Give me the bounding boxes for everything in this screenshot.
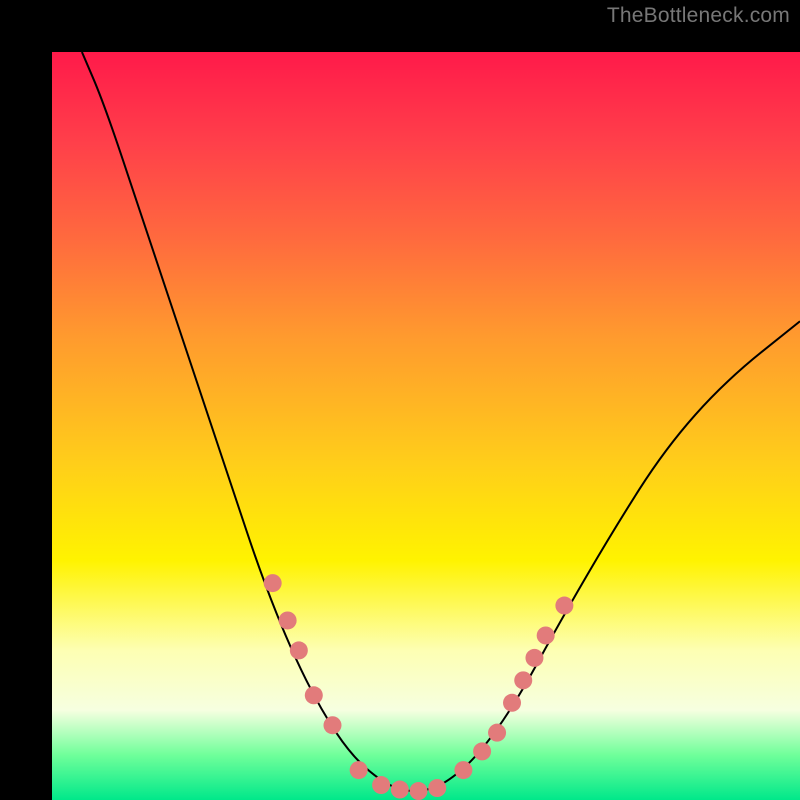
watermark-text: TheBottleneck.com [607,4,790,28]
data-point [410,782,428,800]
data-point [264,574,282,592]
data-point [514,671,532,689]
data-point [372,776,390,794]
chart-svg [52,52,800,800]
data-point [525,649,543,667]
data-point [279,611,297,629]
data-point [391,781,409,799]
data-point [305,686,323,704]
data-point [428,779,446,797]
data-point [454,761,472,779]
data-point [503,694,521,712]
data-point [324,716,342,734]
data-point [488,724,506,742]
chart-plot-area [52,52,800,800]
data-point [473,742,491,760]
chart-frame [0,0,800,800]
data-point [555,597,573,615]
data-point [537,626,555,644]
bottleneck-curve [82,52,800,791]
data-point [350,761,368,779]
data-point [290,641,308,659]
